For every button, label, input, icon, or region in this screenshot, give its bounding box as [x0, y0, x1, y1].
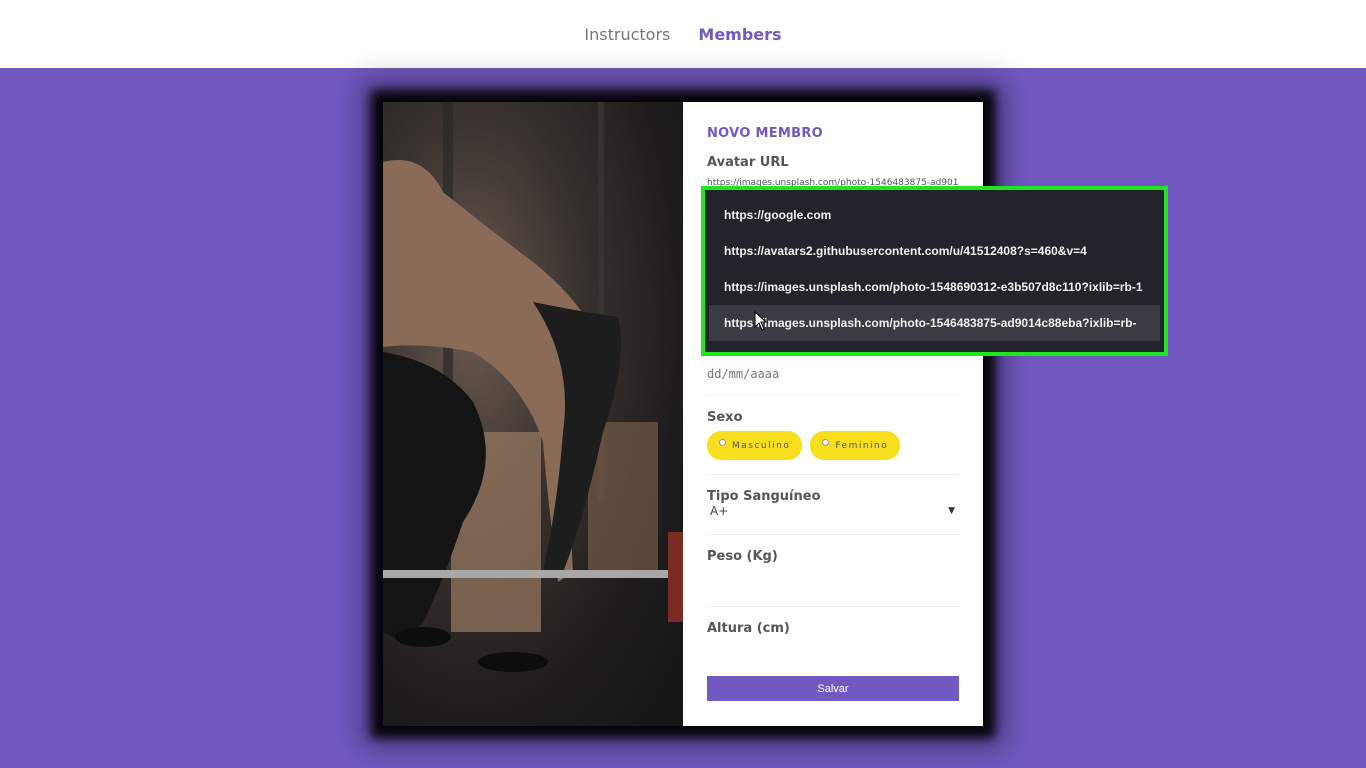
avatar-label: Avatar URL — [707, 155, 789, 170]
birth-date-input[interactable]: dd/mm/aaaa — [707, 367, 959, 381]
gender-option-male[interactable]: Masculino — [707, 431, 803, 460]
gender-label: Sexo — [707, 410, 743, 425]
radio-icon[interactable] — [822, 439, 830, 446]
autocomplete-list: https://google.com https://avatars2.gith… — [705, 190, 1164, 341]
height-label: Altura (cm) — [707, 621, 790, 636]
autocomplete-option[interactable]: https://google.com — [709, 197, 1160, 233]
nav-link-members[interactable]: Members — [698, 25, 781, 44]
blood-type-select[interactable]: A+ ▼ — [707, 504, 959, 518]
birth-field: dd/mm/aaaa — [707, 367, 959, 396]
autocomplete-option[interactable]: https://avatars2.githubusercontent.com/u… — [709, 233, 1160, 269]
gym-photo — [383, 102, 683, 726]
blood-label: Tipo Sanguíneo — [707, 489, 821, 504]
main-nav: Instructors Members — [584, 25, 781, 44]
weight-label: Peso (Kg) — [707, 549, 778, 564]
gender-option-female[interactable]: Feminino — [810, 431, 901, 460]
height-field: Altura (cm) — [707, 621, 959, 679]
gender-option-label: Masculino — [732, 440, 791, 451]
autocomplete-option-hovered[interactable]: https://images.unsplash.com/photo-154648… — [709, 305, 1160, 341]
nav-link-instructors[interactable]: Instructors — [584, 25, 670, 44]
gender-options: Masculino Feminino — [707, 431, 959, 460]
blood-type-value: A+ — [710, 504, 729, 518]
avatar-field: Avatar URL — [707, 155, 959, 188]
weight-field: Peso (Kg) — [707, 549, 959, 607]
blood-field: Tipo Sanguíneo A+ ▼ — [707, 489, 959, 535]
save-button[interactable]: Salvar — [707, 676, 959, 701]
mouse-cursor-icon — [754, 311, 768, 331]
caret-down-icon: ▼ — [948, 506, 955, 516]
autocomplete-dropdown: https://google.com https://avatars2.gith… — [701, 186, 1168, 356]
height-input[interactable] — [707, 642, 959, 654]
form-title: NOVO MEMBRO — [707, 126, 824, 141]
top-header: Instructors Members — [0, 0, 1366, 68]
weight-input[interactable] — [707, 570, 959, 582]
gender-option-label: Feminino — [835, 440, 889, 451]
radio-icon[interactable] — [719, 439, 726, 446]
autocomplete-option[interactable]: https://images.unsplash.com/photo-154869… — [709, 269, 1160, 305]
gender-field: Sexo Masculino Feminino — [707, 410, 959, 475]
